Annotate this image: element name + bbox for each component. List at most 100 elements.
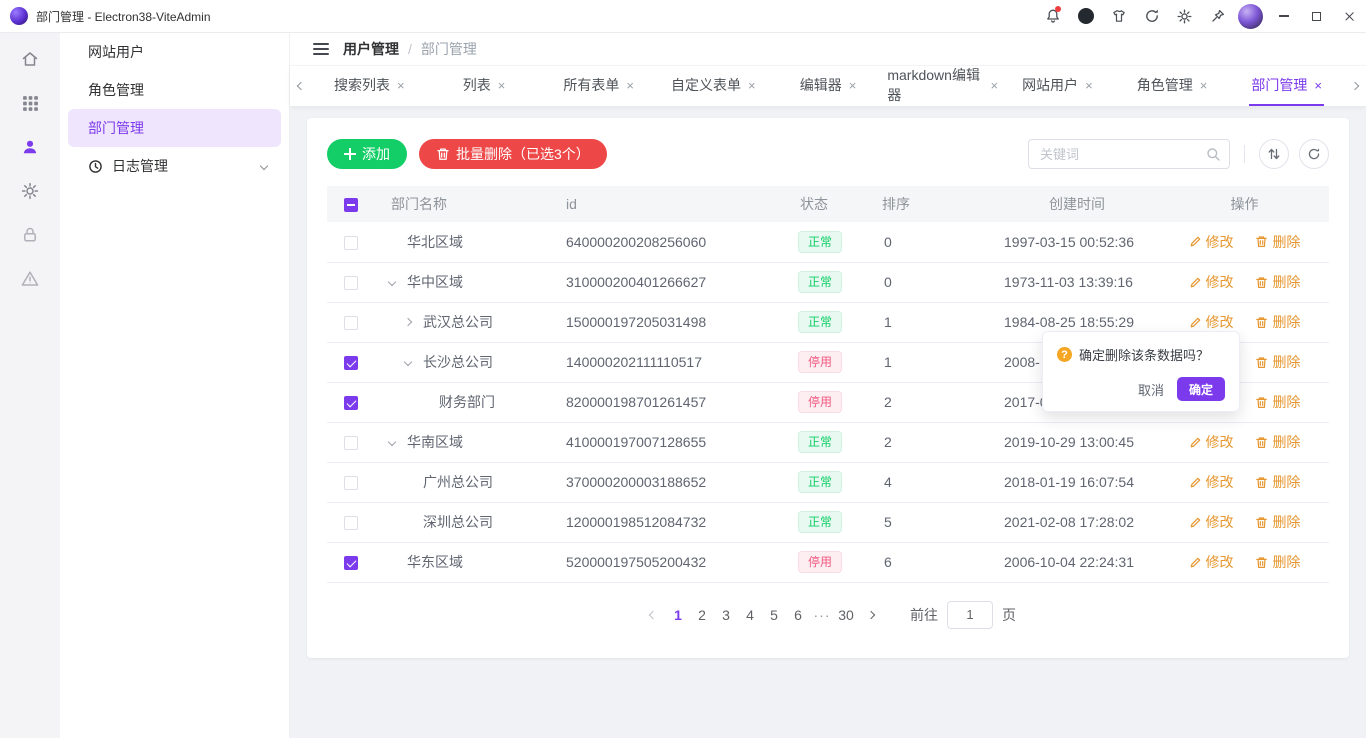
tab-close-icon[interactable]: × [990, 79, 998, 92]
row-checkbox[interactable] [344, 396, 358, 410]
tabs-scroll-right-button[interactable] [1344, 83, 1366, 89]
collapse-menu-button[interactable] [313, 43, 329, 55]
rail-home-button[interactable] [8, 37, 52, 81]
page-number[interactable]: 6 [786, 602, 810, 628]
notification-bell-button[interactable] [1036, 0, 1069, 32]
theme-button[interactable] [1102, 0, 1135, 32]
select-all-checkbox[interactable] [344, 198, 358, 212]
expand-arrow-icon[interactable] [405, 359, 423, 365]
chevron-right-icon [867, 610, 875, 618]
tab-close-icon[interactable]: × [397, 79, 405, 92]
tab-搜索列表[interactable]: 搜索列表 × [312, 66, 427, 106]
page-number[interactable]: 1 [666, 602, 690, 628]
expand-arrow-icon[interactable] [389, 439, 407, 445]
edit-button[interactable]: 修改 [1189, 232, 1234, 252]
next-page-button[interactable] [858, 612, 884, 618]
row-checkbox[interactable] [344, 316, 358, 330]
goto-page-input[interactable] [947, 601, 993, 629]
tab-角色管理[interactable]: 角色管理 × [1115, 66, 1230, 106]
tab-close-icon[interactable]: × [626, 79, 634, 92]
delete-button[interactable]: 删除 [1255, 512, 1300, 532]
edit-button-label: 修改 [1206, 512, 1234, 532]
row-checkbox[interactable] [344, 356, 358, 370]
window-close-button[interactable] [1333, 0, 1366, 32]
pin-button[interactable] [1201, 0, 1234, 32]
tab-close-icon[interactable]: × [498, 79, 506, 92]
cancel-button[interactable]: 取消 [1138, 380, 1164, 399]
delete-button[interactable]: 删除 [1255, 232, 1300, 252]
delete-button[interactable]: 删除 [1255, 272, 1300, 292]
sidebar-item-部门管理[interactable]: 部门管理 [68, 109, 281, 147]
tab-编辑器[interactable]: 编辑器 × [771, 66, 886, 106]
tabs-scroll-left-button[interactable] [290, 83, 312, 89]
delete-button[interactable]: 删除 [1255, 552, 1300, 572]
sidebar-item-日志管理[interactable]: 日志管理 [68, 147, 281, 185]
prev-page-button[interactable] [640, 612, 666, 618]
refresh-button[interactable] [1135, 0, 1168, 32]
keyword-search-input[interactable] [1040, 147, 1206, 162]
edit-button[interactable]: 修改 [1189, 472, 1234, 492]
tab-部门管理[interactable]: 部门管理 × [1229, 66, 1344, 106]
tab-markdown编辑器[interactable]: markdown编辑器 × [885, 66, 1000, 106]
delete-button[interactable]: 删除 [1255, 312, 1300, 332]
rail-apps-button[interactable] [8, 81, 52, 125]
edit-button[interactable]: 修改 [1189, 272, 1234, 292]
edit-button[interactable]: 修改 [1189, 512, 1234, 532]
tab-close-icon[interactable]: × [849, 79, 857, 92]
edit-button[interactable]: 修改 [1189, 552, 1234, 572]
status-badge: 正常 [798, 431, 842, 453]
row-checkbox[interactable] [344, 276, 358, 290]
sort-toggle-button[interactable] [1259, 139, 1289, 169]
pencil-icon [1189, 436, 1202, 449]
batch-delete-button[interactable]: 批量删除（已选3个） [419, 139, 607, 169]
tab-列表[interactable]: 列表 × [427, 66, 542, 106]
tab-label: 部门管理 [1251, 75, 1307, 95]
row-checkbox[interactable] [344, 436, 358, 450]
delete-button[interactable]: 删除 [1255, 432, 1300, 452]
table-refresh-button[interactable] [1299, 139, 1329, 169]
page-number[interactable]: 4 [738, 602, 762, 628]
tab-close-icon[interactable]: × [1200, 79, 1208, 92]
tab-网站用户[interactable]: 网站用户 × [1000, 66, 1115, 106]
confirm-button[interactable]: 确定 [1177, 377, 1225, 401]
row-checkbox[interactable] [344, 236, 358, 250]
sidebar-menu: 网站用户 角色管理 部门管理 日志管理 [60, 33, 289, 185]
user-avatar[interactable] [1234, 0, 1267, 32]
delete-button[interactable]: 删除 [1255, 472, 1300, 492]
titlebar: 部门管理 - Electron38-ViteAdmin [0, 0, 1366, 33]
delete-button[interactable]: 删除 [1255, 352, 1300, 372]
page-number[interactable]: ··· [810, 602, 834, 628]
github-button[interactable] [1069, 0, 1102, 32]
tab-自定义表单[interactable]: 自定义表单 × [656, 66, 771, 106]
rail-users-button[interactable] [8, 125, 52, 169]
row-checkbox[interactable] [344, 556, 358, 570]
page-number[interactable]: 2 [690, 602, 714, 628]
sidebar-item-角色管理[interactable]: 角色管理 [68, 71, 281, 109]
add-button[interactable]: 添加 [327, 139, 407, 169]
delete-button[interactable]: 删除 [1255, 392, 1300, 412]
tab-close-icon[interactable]: × [748, 79, 756, 92]
edit-button[interactable]: 修改 [1189, 312, 1234, 332]
page-number[interactable]: 30 [834, 602, 858, 628]
rail-security-button[interactable] [8, 213, 52, 257]
rail-error-log-button[interactable] [8, 257, 52, 301]
page-number[interactable]: 5 [762, 602, 786, 628]
tab-close-icon[interactable]: × [1314, 79, 1322, 92]
tab-close-icon[interactable]: × [1085, 79, 1093, 92]
page-number[interactable]: 3 [714, 602, 738, 628]
sidebar-item-网站用户[interactable]: 网站用户 [68, 33, 281, 71]
window-maximize-button[interactable] [1300, 0, 1333, 32]
edit-button[interactable]: 修改 [1189, 432, 1234, 452]
window-minimize-button[interactable] [1267, 0, 1300, 32]
settings-button[interactable] [1168, 0, 1201, 32]
row-checkbox[interactable] [344, 476, 358, 490]
breadcrumb-section[interactable]: 用户管理 [343, 39, 399, 59]
expand-arrow-icon[interactable] [389, 279, 407, 285]
tab-label: 搜索列表 [334, 75, 390, 95]
delete-button-label: 删除 [1272, 272, 1300, 292]
tab-所有表单[interactable]: 所有表单 × [541, 66, 656, 106]
row-checkbox[interactable] [344, 516, 358, 530]
expand-arrow-icon[interactable] [405, 319, 423, 325]
tab-label: markdown编辑器 [887, 65, 983, 105]
rail-settings-button[interactable] [8, 169, 52, 213]
